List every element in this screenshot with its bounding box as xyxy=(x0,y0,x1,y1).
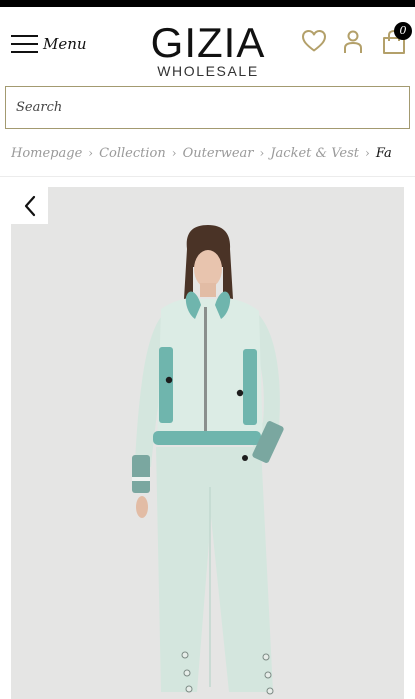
breadcrumb-separator: › xyxy=(365,146,370,160)
breadcrumb-homepage[interactable]: Homepage xyxy=(11,146,82,161)
breadcrumb-separator: › xyxy=(171,146,177,160)
site-header: Menu GIZIA WHOLESALE 0 xyxy=(0,7,415,85)
wishlist-button[interactable] xyxy=(301,29,327,53)
breadcrumb-outerwear[interactable]: Outerwear xyxy=(183,146,254,161)
logo-wordmark: GIZIA xyxy=(150,19,266,66)
account-button[interactable] xyxy=(342,29,364,55)
breadcrumb: Homepage › Collection › Outerwear › Jacket & V… xyxy=(11,146,415,166)
heart-icon xyxy=(302,30,326,52)
chevron-left-icon xyxy=(24,195,35,216)
breadcrumb-separator: › xyxy=(88,146,94,160)
cart-button[interactable]: 0 xyxy=(381,22,412,55)
breadcrumb-jacket-vest[interactable]: Jacket & Vest xyxy=(270,146,359,161)
breadcrumb-separator: › xyxy=(259,146,265,160)
header-divider xyxy=(0,176,415,177)
menu-button[interactable]: Menu xyxy=(11,34,87,54)
cart-count-badge: 0 xyxy=(394,22,412,40)
brand-logo[interactable]: GIZIA WHOLESALE xyxy=(140,19,276,80)
search-input[interactable] xyxy=(6,87,409,128)
search-box xyxy=(5,86,410,129)
hamburger-icon xyxy=(11,34,38,54)
product-gallery[interactable] xyxy=(11,187,404,699)
logo-subtitle: WHOLESALE xyxy=(157,63,259,79)
gallery-back-button[interactable] xyxy=(11,187,48,224)
product-image xyxy=(132,225,284,695)
breadcrumb-current: Fa xyxy=(375,146,392,161)
breadcrumb-collection[interactable]: Collection xyxy=(99,146,166,161)
top-black-bar xyxy=(0,0,415,7)
user-icon xyxy=(344,30,362,53)
menu-label: Menu xyxy=(43,35,87,53)
